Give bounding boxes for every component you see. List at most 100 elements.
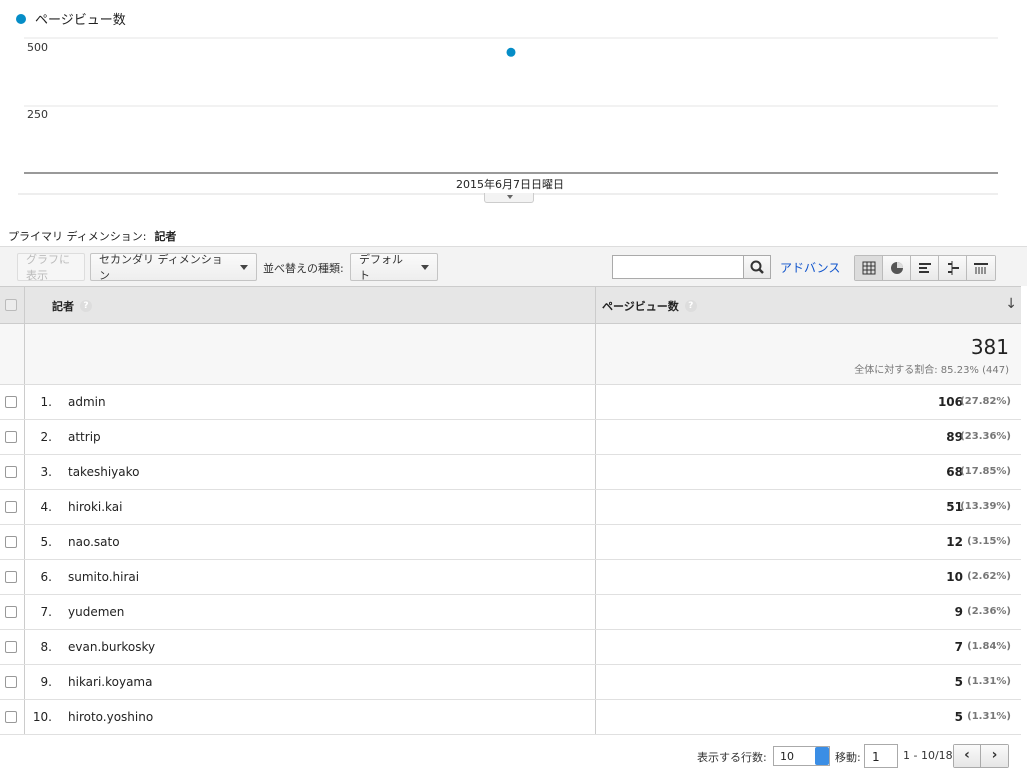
view-table-button[interactable] <box>855 256 883 280</box>
view-pie-button[interactable] <box>883 256 911 280</box>
view-comparison-button[interactable] <box>939 256 967 280</box>
view-performance-button[interactable] <box>911 256 939 280</box>
primary-dimension-label: プライマリ ディメンション: <box>8 230 147 243</box>
pageview-value: 12 <box>946 535 963 549</box>
plot-rows-button[interactable]: グラフに表示 <box>17 253 85 282</box>
row-index: 7. <box>40 605 52 619</box>
sort-type-dropdown[interactable]: デフォルト <box>350 253 438 282</box>
comparison-icon <box>948 261 959 275</box>
column-header-pageviews[interactable]: ページビュー数 ? <box>602 298 697 314</box>
secondary-dimension-dropdown[interactable]: セカンダリ ディメンション <box>90 253 257 282</box>
goto-row-input[interactable]: 1 <box>864 744 898 768</box>
column-divider <box>595 420 596 454</box>
grid-icon <box>862 261 876 275</box>
primary-dimension-author[interactable]: 記者 <box>154 228 176 256</box>
column-divider <box>24 700 25 734</box>
author-name[interactable]: nao.sato <box>68 535 120 549</box>
pageview-value: 5 <box>954 675 963 689</box>
column-divider <box>24 525 25 559</box>
table-row: 7. yudemen 9 (2.36%) <box>0 595 1021 630</box>
column-divider <box>595 665 596 699</box>
row-index: 3. <box>40 465 52 479</box>
pageview-percent: (2.36%) <box>967 606 1011 617</box>
column-divider <box>24 420 25 454</box>
author-name[interactable]: admin <box>68 395 106 409</box>
row-index: 2. <box>40 430 52 444</box>
column-divider <box>24 385 25 419</box>
row-checkbox[interactable] <box>5 641 17 653</box>
column-divider <box>595 455 596 489</box>
row-checkbox[interactable] <box>5 501 17 513</box>
chart-collapse-toggle[interactable] <box>484 193 534 203</box>
pie-chart-icon <box>891 262 903 274</box>
table-view-switcher <box>854 255 996 281</box>
view-pivot-button[interactable] <box>967 256 995 280</box>
rows-per-page-select[interactable]: 10 <box>773 746 830 766</box>
column-divider <box>595 700 596 734</box>
pageview-percent: (13.39%) <box>960 501 1011 512</box>
row-index: 10. <box>32 710 52 724</box>
row-checkbox[interactable] <box>5 396 17 408</box>
rows-per-page-value: 10 <box>780 750 794 763</box>
column-divider <box>595 385 596 419</box>
pageview-percent: (1.31%) <box>967 676 1011 687</box>
pageview-percent: (23.36%) <box>960 431 1011 442</box>
chevron-down-icon <box>507 195 513 199</box>
previous-page-button[interactable]: ‹ <box>954 745 981 767</box>
column-divider <box>595 595 596 629</box>
column-header-author[interactable]: 記者 ? <box>52 298 92 314</box>
row-checkbox[interactable] <box>5 711 17 723</box>
sort-type-value: デフォルト <box>359 253 403 282</box>
author-name[interactable]: hiroki.kai <box>68 500 122 514</box>
pageview-percent: (1.84%) <box>967 641 1011 652</box>
caret-down-icon <box>240 264 248 270</box>
row-index: 9. <box>40 675 52 689</box>
pageview-percent: (17.85%) <box>960 466 1011 477</box>
x-tick-label: 2015年6月7日日曜日 <box>456 177 564 191</box>
row-checkbox[interactable] <box>5 466 17 478</box>
column-divider <box>24 560 25 594</box>
pageview-value: 10 <box>946 570 963 584</box>
column-divider <box>24 324 25 384</box>
advanced-filter-link[interactable]: アドバンス <box>780 259 840 276</box>
pageview-percent: (1.31%) <box>967 711 1011 722</box>
next-page-button[interactable]: › <box>981 745 1008 767</box>
table-toolbar: グラフに表示 セカンダリ ディメンション 並べ替えの種類: デフォルト アドバン… <box>0 246 1027 286</box>
author-name[interactable]: attrip <box>68 430 101 444</box>
column-divider <box>595 490 596 524</box>
column-divider <box>24 287 25 323</box>
table-search-input[interactable] <box>612 255 744 279</box>
row-checkbox[interactable] <box>5 536 17 548</box>
help-icon[interactable]: ? <box>684 300 697 312</box>
row-checkbox[interactable] <box>5 431 17 443</box>
author-name[interactable]: yudemen <box>68 605 124 619</box>
row-checkbox[interactable] <box>5 676 17 688</box>
primary-dimension: プライマリ ディメンション: 記者 <box>8 228 176 256</box>
row-checkbox[interactable] <box>5 571 17 583</box>
author-name[interactable]: sumito.hirai <box>68 570 139 584</box>
data-point[interactable] <box>506 47 516 57</box>
row-index: 6. <box>40 570 52 584</box>
column-divider <box>595 324 596 384</box>
bar-chart-icon <box>919 263 931 273</box>
author-name[interactable]: hiroto.yoshino <box>68 710 153 724</box>
pageview-value: 5 <box>954 710 963 724</box>
search-button[interactable] <box>743 255 771 279</box>
author-name[interactable]: takeshiyako <box>68 465 139 479</box>
sort-descending-icon[interactable]: ↓ <box>1005 296 1017 312</box>
row-checkbox[interactable] <box>5 606 17 618</box>
author-name[interactable]: evan.burkosky <box>68 640 155 654</box>
caret-down-icon <box>421 264 429 270</box>
column-divider <box>24 455 25 489</box>
search-icon <box>750 260 764 274</box>
chart-plot: 500 250 2015年6月7日日曜日 <box>18 37 998 195</box>
table-row: 6. sumito.hirai 10 (2.62%) <box>0 560 1021 595</box>
pager: ‹ › <box>953 744 1009 768</box>
row-index: 4. <box>40 500 52 514</box>
table-row: 10. hiroto.yoshino 5 (1.31%) <box>0 700 1021 735</box>
author-name[interactable]: hikari.koyama <box>68 675 152 689</box>
help-icon[interactable]: ? <box>80 300 92 312</box>
table-row: 2. attrip 89 (23.36%) <box>0 420 1021 455</box>
select-all-checkbox[interactable] <box>5 299 17 311</box>
table-row: 8. evan.burkosky 7 (1.84%) <box>0 630 1021 665</box>
